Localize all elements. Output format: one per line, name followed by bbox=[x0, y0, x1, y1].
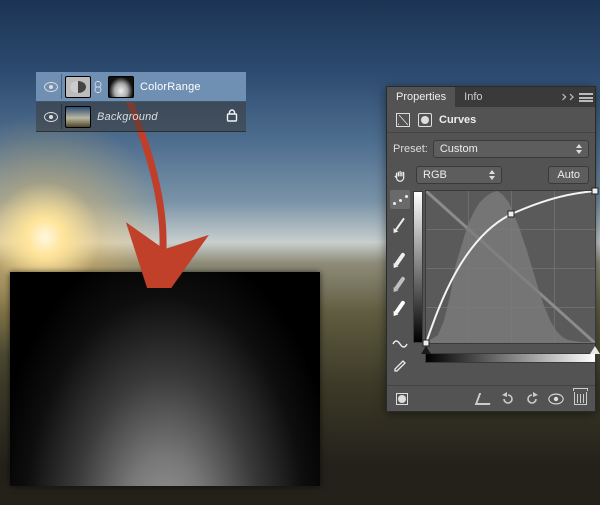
curve-tool-column bbox=[390, 190, 410, 375]
visibility-toggle[interactable] bbox=[40, 104, 62, 129]
visibility-toggle[interactable] bbox=[40, 74, 62, 99]
tab-info[interactable]: Info bbox=[455, 87, 491, 107]
edit-points-tool[interactable] bbox=[390, 356, 410, 375]
panel-footer bbox=[387, 385, 595, 411]
panel-title: Curves bbox=[439, 114, 476, 126]
delete-adjustment-button[interactable] bbox=[571, 390, 589, 408]
eye-icon bbox=[44, 112, 58, 122]
visibility-toggle[interactable] bbox=[547, 390, 565, 408]
gray-eyedropper[interactable] bbox=[390, 273, 410, 292]
layer-name[interactable]: Background bbox=[97, 111, 158, 123]
black-eyedropper[interactable] bbox=[390, 249, 410, 268]
channel-value: RGB bbox=[423, 169, 447, 181]
reset-button[interactable] bbox=[523, 390, 541, 408]
mask-icon[interactable] bbox=[417, 112, 433, 128]
preset-value: Custom bbox=[440, 143, 478, 155]
panel-menu-icon[interactable] bbox=[579, 93, 593, 102]
properties-panel: Properties Info Curves Preset: Custom bbox=[386, 86, 596, 412]
collapse-icon bbox=[567, 94, 574, 101]
tab-properties[interactable]: Properties bbox=[387, 87, 455, 107]
curve-point-mid[interactable] bbox=[507, 210, 514, 217]
channel-select[interactable]: RGB bbox=[416, 166, 502, 184]
eye-icon bbox=[44, 82, 58, 92]
preset-label: Preset: bbox=[393, 143, 428, 155]
white-point-slider[interactable] bbox=[590, 346, 600, 354]
curves-icon bbox=[395, 112, 411, 128]
black-point-slider[interactable] bbox=[421, 346, 431, 354]
mask-toggle-button[interactable] bbox=[393, 390, 411, 408]
select-stepper-icon bbox=[489, 170, 495, 180]
layers-panel: ColorRange Background bbox=[36, 72, 246, 132]
lock-icon bbox=[226, 109, 238, 125]
channel-row: RGB Auto bbox=[387, 162, 595, 188]
layer-mask-thumbnail[interactable] bbox=[108, 76, 134, 98]
input-gradient[interactable] bbox=[425, 353, 596, 363]
preset-row: Preset: Custom bbox=[387, 133, 595, 162]
layer-thumbnail[interactable] bbox=[65, 106, 91, 128]
clip-to-layer-button[interactable] bbox=[475, 390, 493, 408]
preset-select[interactable]: Custom bbox=[433, 140, 589, 158]
previous-state-button[interactable] bbox=[499, 390, 517, 408]
smooth-curve-button[interactable] bbox=[390, 332, 410, 351]
white-eyedropper[interactable] bbox=[390, 297, 410, 316]
auto-button[interactable]: Auto bbox=[548, 166, 589, 184]
layer-name[interactable]: ColorRange bbox=[140, 81, 201, 93]
panel-header: Curves bbox=[387, 107, 595, 133]
curve-graph[interactable] bbox=[425, 190, 596, 344]
panel-tabbar: Properties Info bbox=[387, 87, 595, 107]
point-curve-tool[interactable] bbox=[390, 190, 410, 209]
target-adjust-tool[interactable] bbox=[392, 166, 410, 184]
output-gradient bbox=[413, 191, 423, 343]
adjustment-thumbnail[interactable] bbox=[65, 76, 91, 98]
draw-curve-tool[interactable] bbox=[390, 214, 410, 233]
mask-thumbnail-overlay bbox=[10, 272, 320, 486]
collapse-icon[interactable] bbox=[560, 94, 567, 101]
layer-row-colorrange[interactable]: ColorRange bbox=[36, 72, 246, 102]
curve-point-highlight[interactable] bbox=[592, 188, 599, 195]
link-icon bbox=[93, 81, 103, 93]
layer-row-background[interactable]: Background bbox=[36, 102, 246, 132]
select-stepper-icon bbox=[576, 144, 582, 154]
